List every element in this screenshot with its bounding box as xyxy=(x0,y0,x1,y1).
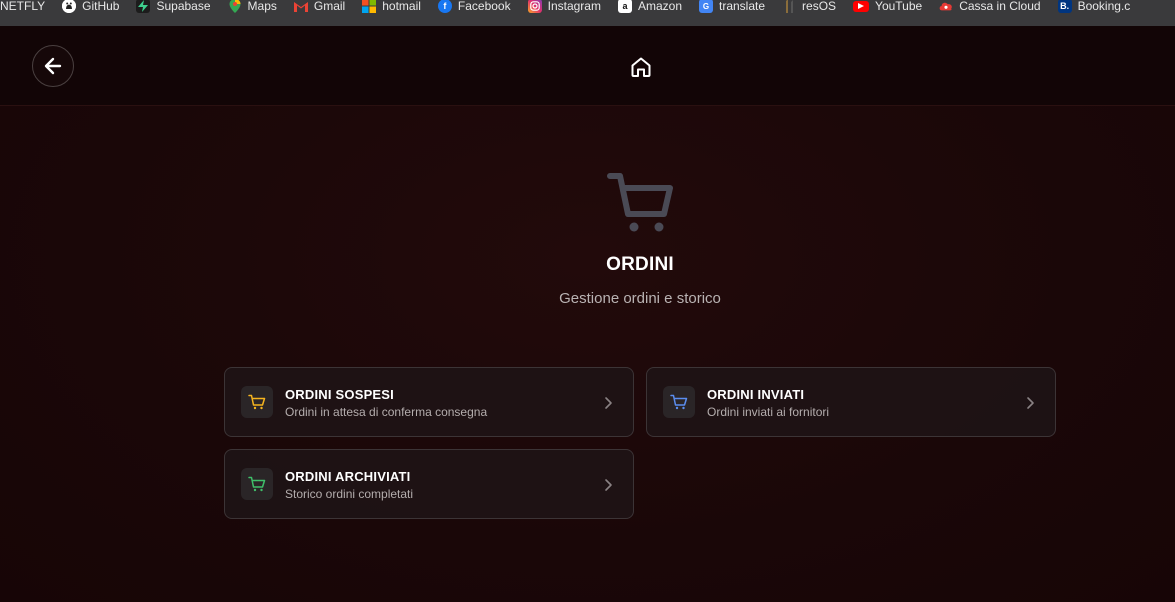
bookmark-label: Facebook xyxy=(457,0,511,13)
bookmark-label: Cassa in Cloud xyxy=(959,0,1041,13)
card-ordini-sospesi[interactable]: ORDINI SOSPESI Ordini in attesa di confe… xyxy=(224,367,634,437)
app-container: ORDINI Gestione ordini e storico ORDINI … xyxy=(0,26,1175,602)
github-icon xyxy=(62,0,77,13)
bookmark-resos[interactable]: resOS xyxy=(782,0,836,19)
bookmarks-bar: NETFLY GitHub Supabase Maps Gmail hotmai… xyxy=(0,0,1175,26)
card-title: ORDINI ARCHIVIATI xyxy=(285,469,411,484)
bookmark-supabase[interactable]: Supabase xyxy=(136,0,211,19)
bookmark-github[interactable]: GitHub xyxy=(62,0,119,19)
cart-icon xyxy=(670,394,688,410)
instagram-icon xyxy=(527,0,542,13)
card-subtitle: Ordini inviati ai fornitori xyxy=(707,405,830,419)
facebook-icon: f xyxy=(437,0,452,13)
cart-icon xyxy=(248,394,266,410)
bookmark-facebook[interactable]: f Facebook xyxy=(437,0,511,19)
page-subtitle: Gestione ordini e storico xyxy=(559,290,721,307)
card-ordini-archiviati[interactable]: ORDINI ARCHIVIATI Storico ordini complet… xyxy=(224,449,634,519)
bookmark-label: Booking.c xyxy=(1077,0,1131,13)
chevron-right-icon xyxy=(1027,397,1034,409)
back-button[interactable] xyxy=(32,45,74,87)
bookmark-youtube[interactable]: YouTube xyxy=(853,0,922,19)
bookmark-amazon[interactable]: a Amazon xyxy=(617,0,682,19)
card-icon-container xyxy=(663,386,695,418)
bookmark-label: Maps xyxy=(247,0,277,13)
page-title: ORDINI xyxy=(606,254,674,275)
card-icon-container xyxy=(241,468,273,500)
bookmark-label: YouTube xyxy=(875,0,923,13)
bookmark-label: NETFLY xyxy=(0,0,46,13)
booking-icon: B. xyxy=(1057,0,1072,13)
card-icon-container xyxy=(241,386,273,418)
bookmark-label: GitHub xyxy=(82,0,120,13)
bookmark-label: Gmail xyxy=(313,0,346,13)
bookmark-instagram[interactable]: Instagram xyxy=(527,0,601,19)
cassa-icon xyxy=(939,0,953,13)
card-ordini-inviati[interactable]: ORDINI INVIATI Ordini inviati ai fornito… xyxy=(646,367,1056,437)
card-title: ORDINI INVIATI xyxy=(707,387,805,402)
bookmark-cassa-in-cloud[interactable]: Cassa in Cloud xyxy=(939,0,1041,19)
translate-icon: G xyxy=(699,0,713,13)
youtube-icon xyxy=(853,0,870,12)
home-button[interactable] xyxy=(628,54,654,80)
bookmark-translate[interactable]: G translate xyxy=(699,0,765,19)
bookmark-label: hotmail xyxy=(382,0,421,13)
shopping-cart-icon xyxy=(607,173,673,232)
card-subtitle: Ordini in attesa di conferma consegna xyxy=(285,405,488,419)
bookmark-label: Instagram xyxy=(547,0,601,13)
cart-icon xyxy=(248,476,266,492)
bookmark-label: resOS xyxy=(802,0,837,13)
chevron-right-icon xyxy=(605,479,612,491)
supabase-icon xyxy=(136,0,151,13)
top-bar xyxy=(0,26,1175,106)
bookmark-netfly[interactable]: NETFLY xyxy=(0,0,45,19)
home-icon xyxy=(631,57,651,77)
bookmark-gmail[interactable]: Gmail xyxy=(293,0,346,19)
chevron-right-icon xyxy=(605,397,612,409)
resos-icon xyxy=(782,0,796,13)
microsoft-icon xyxy=(362,0,377,13)
card-subtitle: Storico ordini completati xyxy=(285,487,414,501)
amazon-icon: a xyxy=(617,0,632,13)
card-title: ORDINI SOSPESI xyxy=(285,387,394,402)
gmail-icon xyxy=(293,0,308,13)
bookmark-hotmail[interactable]: hotmail xyxy=(362,0,421,19)
bookmark-label: translate xyxy=(719,0,766,13)
bookmark-booking[interactable]: B. Booking.c xyxy=(1057,0,1131,19)
maps-icon xyxy=(228,0,242,13)
bookmark-label: Supabase xyxy=(156,0,211,13)
arrow-left-icon xyxy=(44,57,62,75)
bookmark-maps[interactable]: Maps xyxy=(228,0,277,19)
bookmark-label: Amazon xyxy=(637,0,682,13)
